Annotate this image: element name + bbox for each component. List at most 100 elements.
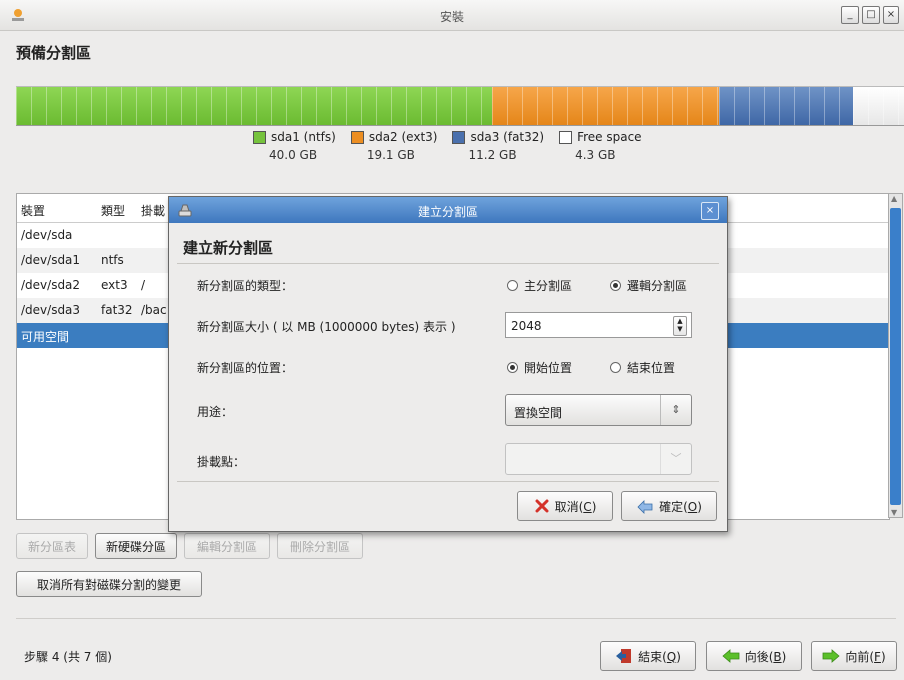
cell-device: /dev/sda (21, 228, 73, 242)
chevron-down-icon: ﹀ (660, 444, 691, 474)
primary-partition-radio[interactable]: 主分割區 (507, 277, 572, 294)
location-begin-radio[interactable]: 開始位置 (507, 359, 572, 376)
combo-arrows-icon: ⇕ (660, 395, 691, 425)
page-title: 預備分割區 (16, 44, 92, 62)
partition-bar-segment (719, 87, 853, 125)
delete-partition-button[interactable]: 刪除分割區 (277, 533, 363, 559)
back-label: 向後( (744, 649, 774, 664)
cell-device: /dev/sda2 (21, 278, 81, 292)
partition-size-value: 2048 (511, 319, 542, 333)
legend-size: 19.1 GB (366, 148, 415, 162)
logical-partition-label: 邏輯分割區 (627, 279, 688, 293)
ok-icon (637, 500, 653, 514)
back-button[interactable]: 向後(B) (706, 641, 802, 671)
legend-item: sda2 (ext3) 19.1 GB (350, 130, 438, 162)
quit-button[interactable]: 結束(Q) (600, 641, 696, 671)
location-end-radio[interactable]: 結束位置 (610, 359, 675, 376)
undo-all-changes-button[interactable]: 取消所有對磁碟分割的變更 (16, 571, 202, 597)
cell-type: ext3 (101, 278, 128, 292)
partition-size-label: 新分割區大小 ( 以 MB (1000000 bytes) 表示 ) (197, 320, 456, 334)
radio-icon (610, 362, 621, 373)
legend-label: Free space (577, 130, 642, 144)
legend-label: sda3 (fat32) (470, 130, 545, 144)
minimize-button[interactable]: _ (841, 6, 859, 24)
dialog-divider (177, 263, 719, 264)
partition-legend: sda1 (ntfs) 40.0 GB sda2 (ext3) 19.1 GB sda3… (253, 130, 642, 162)
radio-icon (507, 362, 518, 373)
legend-item-header: Free space (559, 130, 642, 144)
forward-button[interactable]: 向前(F) (811, 641, 897, 671)
edit-partition-button[interactable]: 編輯分割區 (184, 533, 270, 559)
forward-close-paren: ) (880, 649, 886, 664)
window-title: 安裝 (439, 10, 464, 24)
legend-swatch (559, 130, 573, 144)
radio-icon (507, 280, 518, 291)
legend-swatch (253, 130, 266, 144)
new-partition-table-button[interactable]: 新分區表 (16, 533, 88, 559)
cell-mount: / (141, 278, 146, 292)
legend-label: sda1 (ntfs) (271, 130, 336, 144)
ok-button[interactable]: 確定(O) (621, 491, 717, 521)
location-begin-label: 開始位置 (524, 361, 573, 375)
table-scrollbar[interactable]: ▲ ▼ (888, 193, 903, 518)
cell-device: /dev/sda3 (21, 303, 81, 317)
spinner-arrows-icon[interactable]: ▲ ▼ (673, 316, 687, 336)
create-partition-dialog: 建立分割區 × 建立新分割區 新分割區的類型： 主分割區 邏輯分割區 新分割區大… (168, 196, 728, 532)
partition-bar-segment (16, 87, 493, 125)
mount-point-label: 掛載點： (197, 455, 246, 469)
close-window-button[interactable]: × (883, 6, 899, 24)
quit-icon (616, 649, 632, 663)
quit-mnemonic: Q (666, 649, 677, 664)
window-titlebar: 安裝 _ □ × (0, 0, 904, 31)
scroll-up-icon[interactable]: ▲ (891, 194, 897, 203)
partition-bar (16, 86, 904, 126)
legend-item-header: sda1 (ntfs) (253, 130, 336, 144)
back-close-paren: ) (781, 649, 787, 664)
cell-mount: /bac (141, 303, 167, 317)
legend-item: sda1 (ntfs) 40.0 GB (253, 130, 336, 162)
legend-size: 4.3 GB (575, 148, 616, 162)
legend-swatch (350, 130, 364, 144)
legend-item: Free space 4.3 GB (559, 130, 642, 162)
dialog-titlebar: 建立分割區 × (169, 197, 727, 223)
ok-label: 確定( (659, 499, 688, 514)
cell-type: fat32 (101, 303, 133, 317)
partition-type-label: 新分割區的類型： (197, 279, 294, 293)
cancel-close-paren: ) (591, 499, 597, 514)
dialog-button-divider (177, 481, 719, 482)
dialog-heading: 建立新分割區 (183, 239, 274, 257)
forward-mnemonic: F (874, 649, 881, 664)
new-partition-button[interactable]: 新硬碟分區 (95, 533, 177, 559)
cell-device: 可用空間 (21, 330, 70, 344)
cancel-mnemonic: C (583, 499, 592, 514)
legend-item: sda3 (fat32) 11.2 GB (452, 130, 544, 162)
ok-mnemonic: O (687, 499, 698, 514)
location-end-label: 結束位置 (627, 361, 676, 375)
legend-size: 40.0 GB (269, 148, 318, 162)
quit-label: 結束( (638, 649, 667, 664)
back-mnemonic: B (773, 649, 782, 664)
dialog-close-button[interactable]: × (701, 202, 719, 220)
column-header-type[interactable]: 類型 (101, 202, 125, 219)
step-indicator: 步驟 4 (共 7 個) (24, 650, 112, 664)
logical-partition-radio[interactable]: 邏輯分割區 (610, 277, 687, 294)
dialog-title: 建立分割區 (417, 205, 478, 219)
legend-item-header: sda2 (ext3) (350, 130, 438, 144)
use-as-combobox[interactable]: 置換空間 ⇕ (505, 394, 692, 426)
column-header-mount[interactable]: 掛載 (141, 202, 165, 219)
cancel-button[interactable]: 取消(C) (517, 491, 613, 521)
mount-point-combobox[interactable]: ﹀ (505, 443, 692, 475)
partition-bar-segment (852, 87, 904, 125)
legend-label: sda2 (ext3) (368, 130, 438, 144)
scroll-down-icon[interactable]: ▼ (891, 508, 897, 517)
cell-type: ntfs (101, 253, 124, 267)
scrollbar-thumb[interactable] (890, 208, 901, 505)
legend-swatch (452, 130, 466, 144)
maximize-button[interactable]: □ (862, 6, 880, 24)
footer-separator (16, 618, 896, 619)
partition-size-spinner[interactable]: 2048 ▲ ▼ (505, 312, 692, 338)
column-header-device[interactable]: 裝置 (21, 202, 45, 219)
forward-label: 向前( (845, 649, 875, 664)
arrow-left-icon (722, 649, 740, 663)
cell-device: /dev/sda1 (21, 253, 81, 267)
